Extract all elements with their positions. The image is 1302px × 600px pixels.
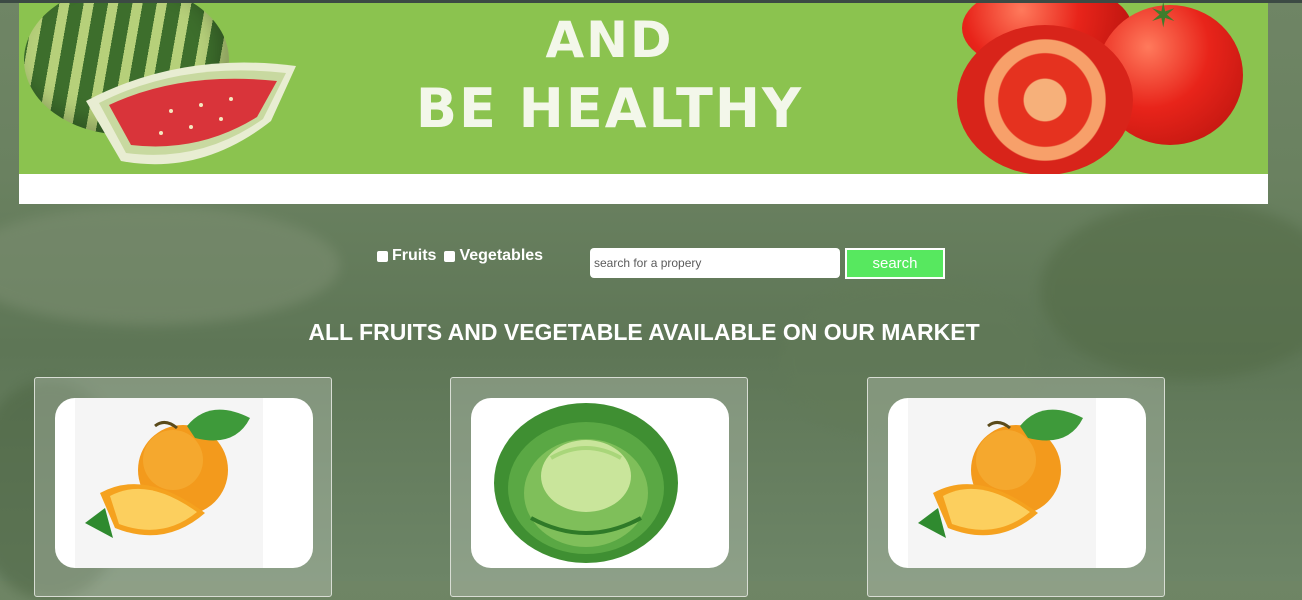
cabbage-icon — [494, 403, 678, 563]
banner-background: AND BE HEALTHY ✶ — [19, 3, 1268, 174]
orange-icon — [85, 409, 250, 538]
category-filters: Fruits Vegetables — [377, 247, 543, 265]
tomato-stem-icon: ✶ — [1149, 3, 1178, 35]
fruits-checkbox[interactable] — [377, 250, 388, 262]
search-input[interactable] — [590, 248, 840, 278]
filter-vegetables-label: Vegetables — [459, 247, 544, 264]
vegetables-checkbox[interactable] — [444, 250, 456, 262]
product-card[interactable] — [450, 377, 748, 597]
product-image[interactable] — [55, 398, 313, 568]
filter-fruits-label: Fruits — [392, 247, 437, 264]
product-image[interactable] — [471, 398, 729, 568]
product-image[interactable] — [888, 398, 1146, 568]
product-card[interactable] — [34, 377, 332, 597]
filter-vegetables[interactable]: Vegetables — [444, 247, 543, 265]
background-foliage — [0, 205, 340, 325]
filter-fruits[interactable]: Fruits — [377, 247, 436, 265]
orange-icon — [918, 409, 1083, 538]
tomato-half-image — [957, 25, 1133, 174]
background-foliage — [1040, 200, 1302, 380]
product-card[interactable] — [867, 377, 1165, 597]
section-title: ALL FRUITS AND VEGETABLE AVAILABLE ON OU… — [308, 319, 980, 345]
hero-banner: AND BE HEALTHY ✶ — [19, 3, 1268, 204]
search-button[interactable]: search — [845, 248, 945, 279]
